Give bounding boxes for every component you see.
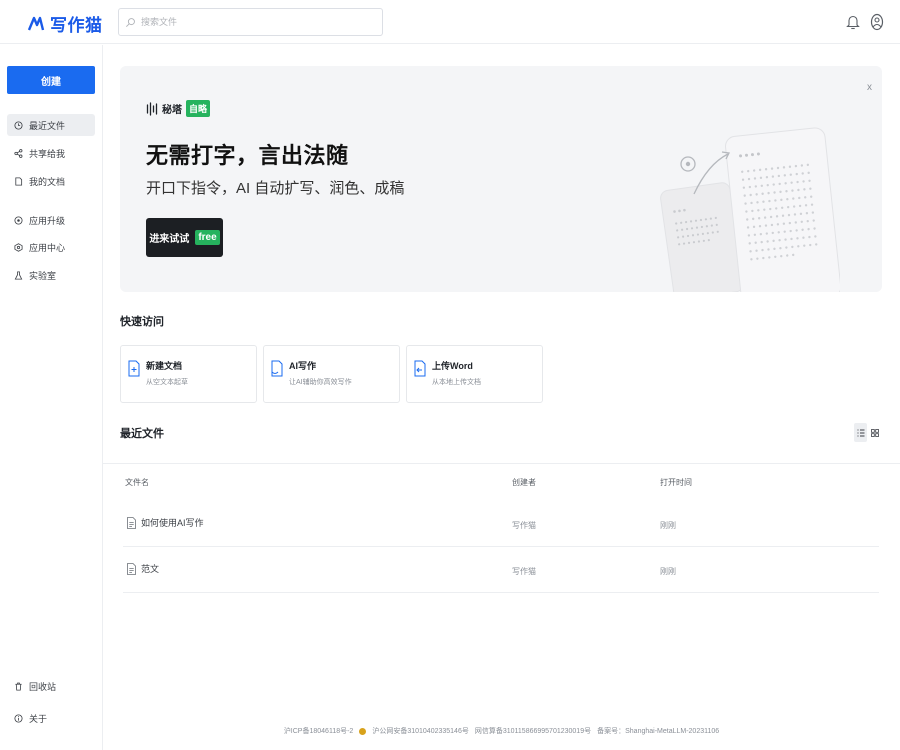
quick-card-title: 上传Word bbox=[432, 361, 473, 371]
sidebar-item-label: 共享给我 bbox=[29, 148, 66, 159]
sidebar-item-label: 应用中心 bbox=[29, 242, 66, 253]
recent-files-title: 最近文件 bbox=[120, 428, 164, 440]
top-header: 写作猫 bbox=[0, 0, 900, 44]
info-icon bbox=[14, 713, 23, 723]
banner-subtitle: 开口下指令，AI 自动扩写、润色、成稿 bbox=[146, 180, 405, 197]
quick-card-desc: 从本地上传文档 bbox=[432, 379, 481, 386]
quick-card-desc: 从空文本起草 bbox=[146, 379, 188, 386]
sidebar-item-shared[interactable]: 共享给我 bbox=[7, 142, 95, 164]
banner-close-button[interactable]: x bbox=[867, 82, 872, 93]
try-now-label: 进来试试 bbox=[149, 234, 190, 245]
column-header-creator[interactable]: 创建者 bbox=[512, 477, 536, 488]
sidebar-item-recent[interactable]: 最近文件 bbox=[7, 114, 95, 136]
bell-icon[interactable] bbox=[846, 13, 860, 31]
list-view-button[interactable] bbox=[854, 423, 867, 442]
sidebar-item-lab[interactable]: 实验室 bbox=[7, 264, 95, 286]
search-input[interactable] bbox=[141, 17, 371, 27]
voice-illustration-icon bbox=[660, 127, 840, 292]
sidebar-item-label: 应用升级 bbox=[29, 215, 66, 226]
sidebar-item-label: 关于 bbox=[29, 713, 48, 724]
sidebar-item-about[interactable]: 关于 bbox=[7, 707, 95, 729]
sidebar-item-app-center[interactable]: 应用中心 bbox=[7, 236, 95, 258]
app-center-icon bbox=[14, 242, 23, 252]
flask-icon bbox=[14, 270, 23, 280]
upgrade-icon bbox=[14, 215, 23, 225]
user-avatar-icon[interactable] bbox=[870, 13, 884, 31]
file-name-cell: 如何使用AI写作 bbox=[127, 516, 204, 529]
column-header-name[interactable]: 文件名 bbox=[125, 477, 149, 488]
table-row[interactable]: 如何使用AI写作 写作猫 刚刚 bbox=[123, 501, 879, 547]
column-header-opened[interactable]: 打开时间 bbox=[660, 477, 692, 488]
sidebar-item-trash[interactable]: 回收站 bbox=[7, 675, 95, 697]
metaso-logo-icon bbox=[146, 101, 158, 116]
file-opened-time: 刚刚 bbox=[660, 521, 676, 530]
footer: 沪ICP备18046118号-2 沪公网安备31010402335146号 网信… bbox=[103, 726, 900, 736]
new-doc-icon bbox=[128, 360, 140, 377]
recent-files-table: 文件名 创建者 打开时间 如何使用AI写作 写作猫 刚刚 范文 写作猫 刚刚 bbox=[103, 463, 900, 593]
sidebar-item-label: 最近文件 bbox=[29, 120, 66, 131]
quick-card-new-doc[interactable]: 新建文档 从空文本起草 bbox=[120, 345, 257, 403]
create-button[interactable]: 创建 bbox=[7, 66, 95, 94]
file-name: 范文 bbox=[141, 564, 160, 574]
sidebar-item-label: 实验室 bbox=[29, 270, 57, 281]
police-link[interactable]: 沪公网安备31010402335146号 bbox=[372, 726, 469, 736]
quick-access-title: 快速访问 bbox=[120, 316, 164, 328]
brand-row: 秘塔 自略 bbox=[146, 100, 211, 117]
file-creator: 写作猫 bbox=[512, 521, 536, 530]
document-icon bbox=[15, 176, 23, 186]
trash-icon bbox=[15, 682, 22, 691]
quick-card-title: 新建文档 bbox=[146, 361, 183, 371]
file-creator: 写作猫 bbox=[512, 567, 536, 576]
file-icon bbox=[127, 516, 136, 529]
grid-view-button[interactable] bbox=[868, 423, 881, 442]
clock-icon bbox=[14, 120, 23, 130]
logo-mark-icon bbox=[27, 16, 45, 30]
netinfo-text: 网信算备310115866995701230019号 bbox=[474, 728, 592, 735]
file-icon bbox=[127, 562, 136, 575]
file-name: 如何使用AI写作 bbox=[141, 518, 204, 528]
file-opened-time: 刚刚 bbox=[660, 567, 676, 576]
sidebar-item-upgrade[interactable]: 应用升级 bbox=[7, 209, 95, 231]
search-box[interactable] bbox=[118, 8, 383, 36]
quick-card-upload-word[interactable]: 上传Word 从本地上传文档 bbox=[406, 345, 543, 403]
free-badge: free bbox=[195, 230, 220, 245]
promo-banner[interactable]: x 秘塔 自略 无需打字，言出法随 开口下指令，AI 自动扩写、润色、成稿 进来… bbox=[120, 66, 882, 292]
sidebar-item-label: 我的文档 bbox=[29, 176, 66, 187]
logo-text: 写作猫 bbox=[50, 16, 103, 36]
quick-card-desc: 让AI辅助你高效写作 bbox=[289, 379, 352, 386]
brand-name: 秘塔 bbox=[162, 105, 182, 116]
share-icon bbox=[14, 148, 23, 158]
icp-link[interactable]: 沪ICP备18046118号-2 bbox=[284, 726, 354, 736]
sidebar: 创建 最近文件 共享给我 我的文档 应用升级 应用中心 实验室 回收站 关于 bbox=[0, 45, 103, 750]
search-icon bbox=[126, 17, 135, 27]
police-emblem-icon bbox=[359, 727, 367, 735]
brand-tag: 自略 bbox=[186, 100, 211, 117]
file-name-cell: 范文 bbox=[127, 562, 159, 575]
quick-card-ai-write[interactable]: AI写作 让AI辅助你高效写作 bbox=[263, 345, 400, 403]
sidebar-item-my-docs[interactable]: 我的文档 bbox=[7, 170, 95, 192]
try-now-button[interactable]: 进来试试 free bbox=[146, 218, 223, 257]
list-view-icon bbox=[857, 429, 864, 436]
upload-word-icon bbox=[414, 360, 426, 377]
app-logo[interactable]: 写作猫 bbox=[27, 11, 103, 36]
grid-view-icon bbox=[870, 428, 879, 437]
quick-card-title: AI写作 bbox=[289, 361, 317, 371]
filing-text: 备案号：Shanghai-MetaLLM-20231106 bbox=[597, 728, 720, 735]
sidebar-item-label: 回收站 bbox=[29, 681, 57, 692]
table-row[interactable]: 范文 写作猫 刚刚 bbox=[123, 547, 879, 593]
banner-title: 无需打字，言出法随 bbox=[146, 143, 349, 168]
ai-write-icon bbox=[271, 360, 283, 377]
